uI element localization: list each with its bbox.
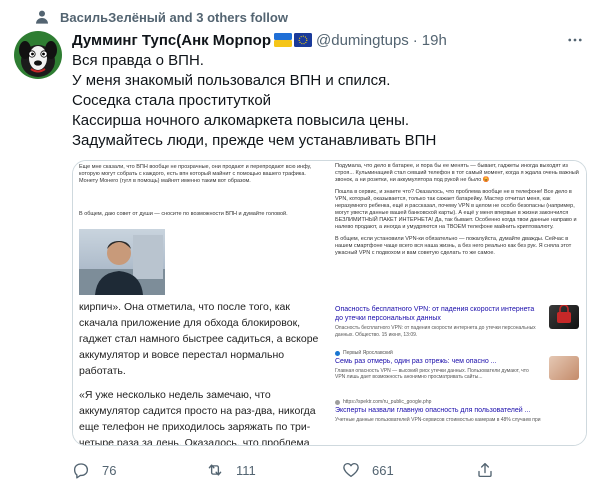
like-button[interactable]: 661 xyxy=(342,456,394,484)
social-context[interactable]: ВасильЗелёный and 3 others follow xyxy=(34,8,288,26)
article-line: аккумулятор садится просто на раз-два, н… xyxy=(79,405,316,417)
article-line: гаджет стал намного быстрее садиться, а … xyxy=(79,333,319,345)
retweet-icon xyxy=(206,461,224,479)
tweet-media[interactable]: Еще мне сказали, что ВПН вообще не прозр… xyxy=(72,160,587,446)
person-icon xyxy=(34,9,50,25)
ukraine-flag-icon xyxy=(274,33,293,47)
author-handle[interactable]: @dumingtups xyxy=(316,32,409,49)
right-top-text: Подумала, что дело в батарее, и пора бы … xyxy=(335,163,579,257)
result-snippet: Главная опасность VPN — высокий риск уте… xyxy=(335,367,529,381)
article-line: работать. xyxy=(79,365,126,377)
person-photo xyxy=(79,229,165,295)
result-title: Семь раз отмерь, один раз отрежь: чем оп… xyxy=(335,357,497,365)
tweet-line: Задумайтесь люди, прежде чем устанавлива… xyxy=(72,132,437,149)
search-result: Опасность бесплатного VPN: от падения ск… xyxy=(335,304,579,338)
article-line: аккумулятор и вовсе перестал нормально xyxy=(79,349,285,361)
tweet-line: Кассирша ночного алкомаркета повысила це… xyxy=(72,112,410,129)
social-context-text: ВасильЗелёный and 3 others follow xyxy=(60,9,288,25)
name-emojis xyxy=(274,33,313,47)
more-options-icon[interactable] xyxy=(564,29,586,51)
result-snippet: Учетные данные пользователей VPN-сервисо… xyxy=(335,416,541,423)
left-mid-text: В общем, даю совет от души — сносите по … xyxy=(79,211,288,217)
media-image-right[interactable]: Подумала, что дело в батарее, и пора бы … xyxy=(329,161,586,445)
article-line: «Я уже несколько недель замечаю, что xyxy=(79,389,271,401)
article-line: четыре раза за день. Оказалось, что проб… xyxy=(79,437,310,445)
source-favicon-icon xyxy=(335,399,340,405)
article-line: скачала приложение для обхода блокировок… xyxy=(79,317,301,329)
search-result: https://spektr.com/ru_public_google.php … xyxy=(335,399,579,423)
separator-dot: · xyxy=(412,31,418,49)
tweet-line: Соседка стала проституткой xyxy=(72,92,272,109)
right-paragraph: В общем, если установили VPN-ки обязател… xyxy=(335,236,572,256)
article-line: кирпич». Она отметила, что после того, к… xyxy=(79,301,290,313)
retweet-count: 111 xyxy=(236,462,256,478)
reply-icon xyxy=(72,461,90,479)
reply-button[interactable]: 76 xyxy=(72,456,116,484)
result-snippet: Опасность бесплатного VPN: от падения ск… xyxy=(335,325,536,338)
tweet-header: Думминг Тупс(Анк Морпор @dumingtups · 19… xyxy=(72,29,586,51)
heart-icon xyxy=(342,461,360,479)
left-article-text: кирпич». Она отметила, что после того, к… xyxy=(79,299,323,445)
tweet-timestamp[interactable]: 19h xyxy=(422,32,447,49)
result-thumbnail xyxy=(549,304,579,329)
result-title: Опасность бесплатного VPN: от падения ск… xyxy=(335,306,535,322)
tweet-text: Вся правда о ВПН. У меня знакомый пользо… xyxy=(72,51,572,151)
article-line: еще телефон не приходилось заряжать по т… xyxy=(79,421,311,433)
share-button[interactable] xyxy=(476,456,494,484)
source-favicon-icon xyxy=(335,350,340,356)
tweet-actions: 76 111 661 xyxy=(72,456,572,484)
search-result: Первый Ярославский Семь раз отмерь, один… xyxy=(335,350,579,381)
tweet-line: Вся правда о ВПН. xyxy=(72,52,204,69)
result-thumbnail xyxy=(549,356,579,380)
right-paragraph: Подумала, что дело в батарее, и пора бы … xyxy=(335,163,579,183)
share-icon xyxy=(476,461,494,479)
retweet-button[interactable]: 111 xyxy=(206,456,256,484)
reply-count: 76 xyxy=(102,462,117,478)
right-paragraph: Пошла в сервис, и знаете что? Оказалось,… xyxy=(335,189,577,230)
author-name[interactable]: Думминг Тупс(Анк Морпор xyxy=(72,32,271,49)
avatar[interactable] xyxy=(14,31,62,79)
left-top-text: Еще мне сказали, что ВПН вообще не прозр… xyxy=(79,164,312,184)
eu-flag-icon xyxy=(294,33,313,47)
tweet-line: У меня знакомый пользовался ВПН и спился… xyxy=(72,72,391,89)
result-title: Эксперты назвали главную опасность для п… xyxy=(335,406,531,414)
like-count: 661 xyxy=(372,462,394,478)
media-image-left[interactable]: Еще мне сказали, что ВПН вообще не прозр… xyxy=(73,161,329,445)
